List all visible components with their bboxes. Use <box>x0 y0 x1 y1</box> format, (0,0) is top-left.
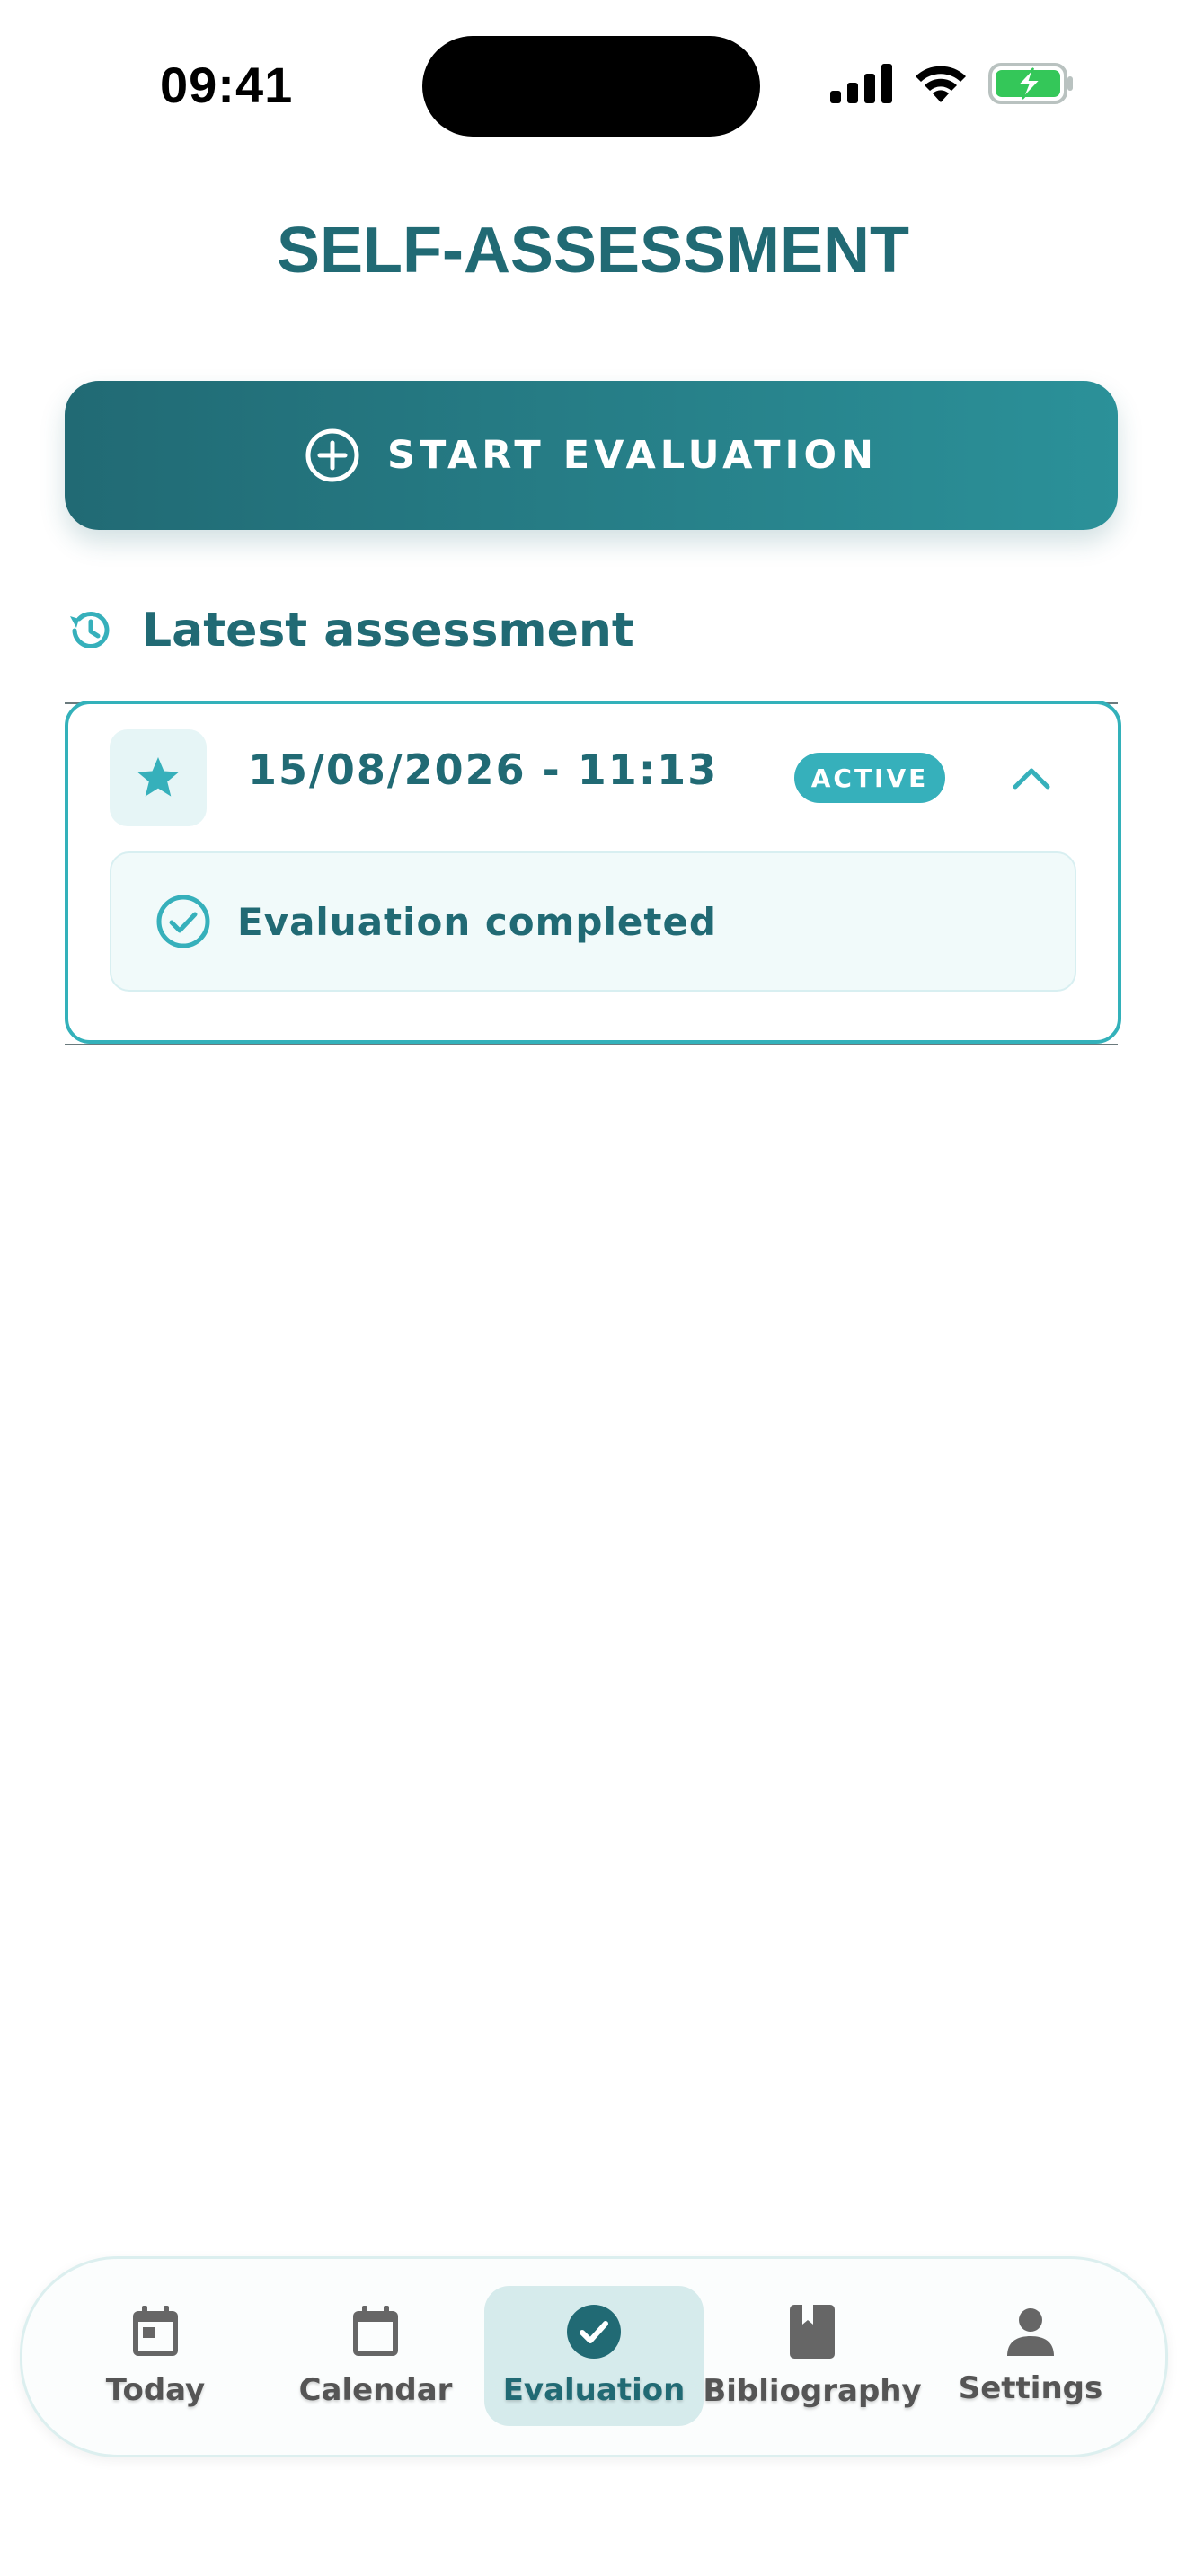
book-icon <box>790 2305 835 2359</box>
evaluation-status-row: Evaluation completed <box>110 851 1076 992</box>
check-circle-icon <box>567 2305 621 2359</box>
divider <box>65 1044 1118 1045</box>
wifi-icon <box>916 66 966 102</box>
bottom-tab-bar: Today Calendar Evaluation Bibliography S… <box>20 2256 1168 2457</box>
tab-label: Bibliography <box>703 2373 922 2409</box>
status-bar: 09:41 <box>0 0 1186 171</box>
tab-bibliography[interactable]: Bibliography <box>703 2286 922 2426</box>
calendar-icon <box>353 2306 398 2356</box>
start-evaluation-label: START EVALUATION <box>386 433 878 478</box>
cellular-signal-icon <box>830 64 892 103</box>
page-title: SELF-ASSESSMENT <box>276 215 910 287</box>
card-star-tile <box>110 729 207 826</box>
check-circle-outline-icon <box>156 895 210 948</box>
evaluation-status-text: Evaluation completed <box>237 899 717 944</box>
section-title: Latest assessment <box>142 604 634 657</box>
tab-label: Settings <box>958 2370 1103 2406</box>
status-time: 09:41 <box>160 57 294 113</box>
battery-charging-icon <box>988 63 1073 104</box>
history-icon <box>70 611 110 648</box>
tab-settings[interactable]: Settings <box>921 2286 1140 2426</box>
tab-today[interactable]: Today <box>46 2286 265 2426</box>
calendar-today-icon <box>133 2306 178 2356</box>
tab-label: Calendar <box>298 2372 453 2408</box>
status-badge: ACTIVE <box>794 753 945 803</box>
tab-evaluation[interactable]: Evaluation <box>484 2286 704 2426</box>
tab-label: Evaluation <box>502 2372 686 2408</box>
assessment-date: 15/08/2026 - 11:13 <box>248 745 719 794</box>
status-icons <box>830 63 1075 104</box>
chevron-up-icon[interactable] <box>1003 749 1060 807</box>
dynamic-island <box>422 36 760 137</box>
person-icon <box>1007 2308 1054 2356</box>
start-evaluation-button[interactable]: START EVALUATION <box>65 381 1118 530</box>
star-icon <box>137 757 179 797</box>
assessment-card[interactable]: 15/08/2026 - 11:13 ACTIVE Evaluation com… <box>65 701 1121 1044</box>
plus-circle-icon <box>305 428 359 482</box>
tab-label: Today <box>105 2372 206 2408</box>
latest-assessment-header: Latest assessment <box>65 595 634 666</box>
tab-calendar[interactable]: Calendar <box>266 2286 485 2426</box>
